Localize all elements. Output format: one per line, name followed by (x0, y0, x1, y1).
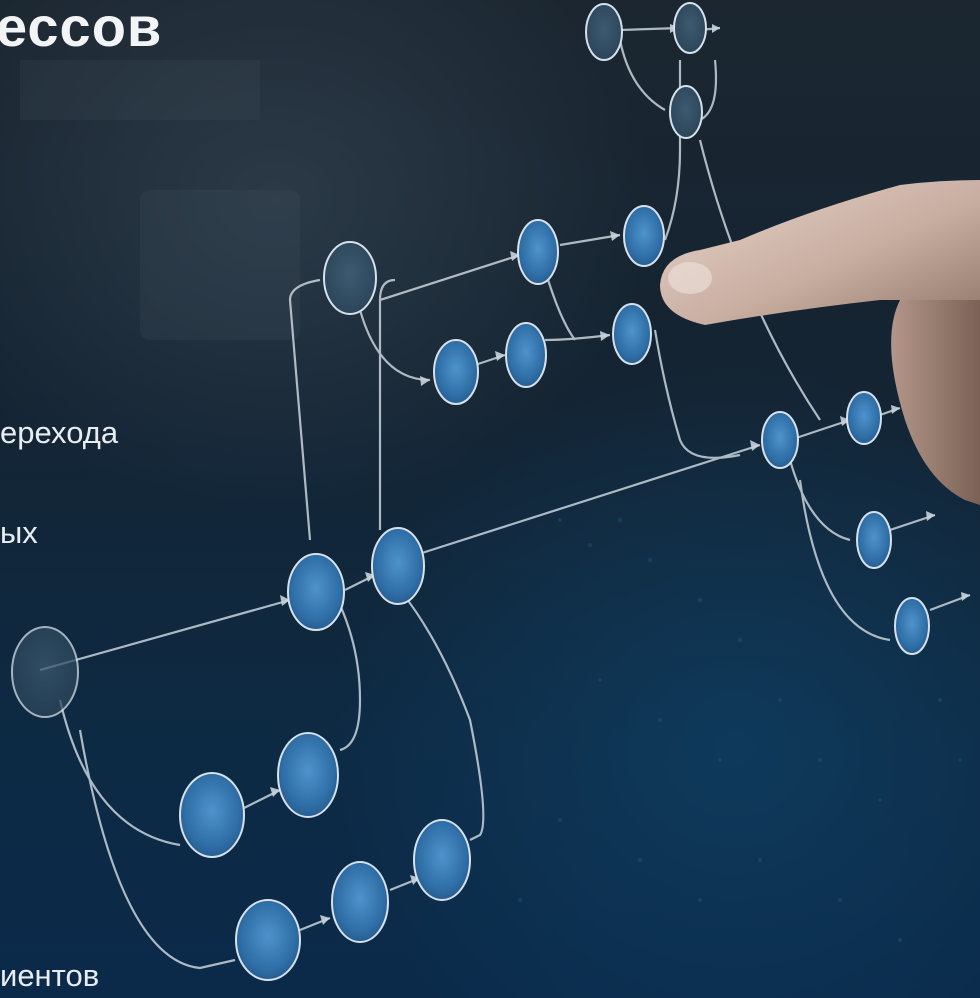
bullet-text-2: ых (0, 515, 38, 550)
pointing-hand-image (660, 180, 980, 505)
slide-title: ессов (0, 0, 163, 58)
bullet-text-3: иентов (0, 958, 100, 993)
bullet-text-1: ерехода (0, 415, 119, 450)
presentation-slide: ессов ерехода ых иентов (0, 0, 980, 998)
